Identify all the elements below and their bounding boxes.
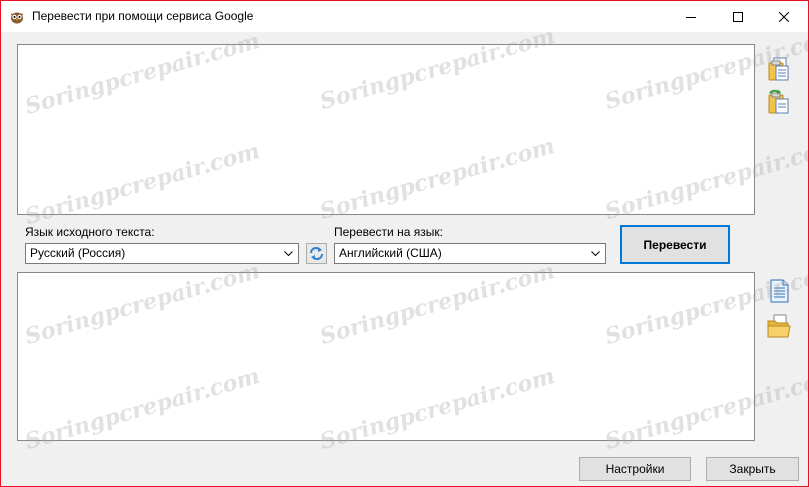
chevron-down-icon	[591, 251, 600, 256]
open-folder-icon[interactable]	[766, 313, 792, 339]
owl-icon	[9, 9, 25, 25]
source-language-select[interactable]: Русский (Россия)	[25, 243, 299, 264]
swap-icon	[310, 247, 323, 260]
target-text-area[interactable]	[17, 272, 755, 441]
target-language-select[interactable]: Английский (США)	[334, 243, 606, 264]
translate-window: Перевести при помощи сервиса Google Язык…	[0, 0, 809, 487]
close-icon	[779, 11, 789, 22]
paste-icon[interactable]	[766, 89, 792, 115]
title-bar: Перевести при помощи сервиса Google	[1, 1, 808, 32]
target-language-value: Английский (США)	[339, 246, 442, 260]
close-button[interactable]: Закрыть	[706, 457, 799, 481]
document-icon[interactable]	[766, 278, 792, 304]
copy-icon[interactable]	[766, 56, 792, 82]
minimize-icon	[686, 16, 696, 18]
close-window-button[interactable]	[761, 1, 807, 32]
target-language-label: Перевести на язык:	[334, 225, 443, 239]
settings-button[interactable]: Настройки	[579, 457, 691, 481]
maximize-button[interactable]	[715, 1, 761, 32]
source-language-value: Русский (Россия)	[30, 246, 126, 260]
window-title: Перевести при помощи сервиса Google	[32, 9, 254, 23]
source-language-label: Язык исходного текста:	[25, 225, 155, 239]
translate-button[interactable]: Перевести	[620, 225, 730, 264]
swap-languages-button[interactable]	[306, 243, 327, 264]
minimize-button[interactable]	[668, 1, 714, 32]
chevron-down-icon	[284, 251, 293, 256]
maximize-icon	[733, 11, 743, 22]
source-text-area[interactable]	[17, 44, 755, 215]
